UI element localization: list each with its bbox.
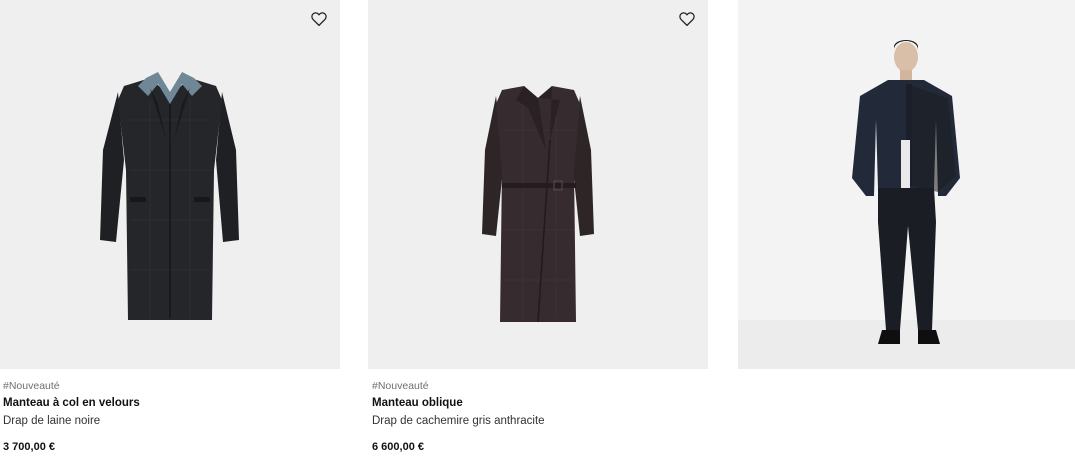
product-grid: #Nouveauté Manteau à col en velours Drap… [0, 0, 1075, 464]
product-tag: #Nouveauté [372, 380, 429, 392]
editorial-image-tile[interactable] [738, 0, 1075, 369]
product-info: #Nouveauté Manteau à col en velours Drap… [0, 369, 340, 454]
product-image-tile[interactable] [0, 0, 340, 369]
product-card[interactable]: #Nouveauté Manteau à col en velours Drap… [0, 0, 340, 454]
product-info: #Nouveauté Manteau oblique Drap de cache… [368, 369, 708, 454]
wishlist-heart-icon[interactable] [678, 10, 696, 28]
product-image[interactable] [0, 0, 340, 369]
product-description: Drap de laine noire [3, 415, 101, 427]
product-name[interactable]: Manteau oblique [372, 396, 708, 410]
product-description: Drap de cachemire gris anthracite [372, 415, 545, 427]
product-price: 6 600,00 € [372, 441, 424, 453]
product-image[interactable] [368, 0, 708, 369]
product-card[interactable]: #Nouveauté Manteau oblique Drap de cache… [368, 0, 708, 454]
product-image-tile[interactable] [368, 0, 708, 369]
product-tag: #Nouveauté [3, 380, 60, 392]
product-price: 3 700,00 € [3, 441, 55, 453]
wishlist-heart-icon[interactable] [310, 10, 328, 28]
model-image[interactable] [738, 0, 1075, 369]
editorial-card[interactable] [738, 0, 1075, 369]
product-name[interactable]: Manteau à col en velours [3, 396, 340, 410]
